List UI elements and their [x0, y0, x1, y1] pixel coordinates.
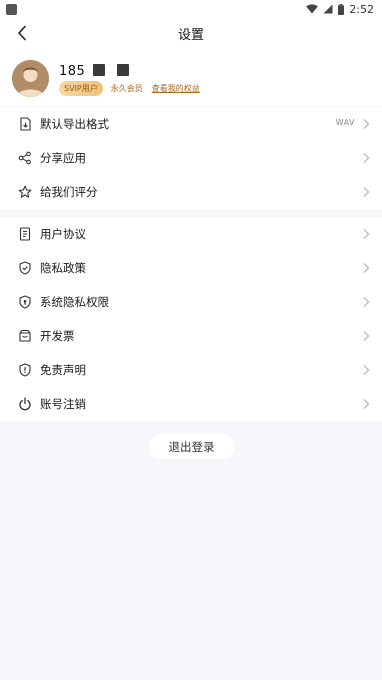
masked-digits [93, 64, 105, 76]
page-title: 设置 [177, 28, 204, 43]
settings-group-legal: 用户协议 隐私政策 系统隐私权限 开发票 免责声明 账号注销 [0, 217, 382, 421]
app-notification-icon [6, 3, 17, 15]
battery-icon [338, 3, 345, 15]
settings-row-rate-us[interactable]: 给我们评分 [0, 175, 382, 209]
logout-button[interactable]: 退出登录 [149, 434, 234, 459]
membership-badges: SVIP用户 永久会员 查看我的权益 [59, 81, 200, 96]
svip-badge: SVIP用户 [59, 81, 103, 96]
row-label: 免责声明 [40, 363, 86, 377]
profile-card[interactable]: 185 SVIP用户 永久会员 查看我的权益 [0, 48, 382, 106]
row-label: 系统隐私权限 [40, 295, 109, 309]
chevron-right-icon [363, 153, 370, 163]
settings-row-share-app[interactable]: 分享应用 [0, 141, 382, 175]
row-label: 用户协议 [40, 227, 86, 241]
settings-row-export-format[interactable]: 默认导出格式 WAV [0, 107, 382, 141]
chevron-right-icon [363, 365, 370, 375]
row-label: 账号注销 [40, 397, 86, 411]
chevron-right-icon [363, 331, 370, 341]
settings-row-privacy-policy[interactable]: 隐私政策 [0, 251, 382, 285]
chevron-right-icon [363, 187, 370, 197]
settings-row-system-privacy[interactable]: 系统隐私权限 [0, 285, 382, 319]
row-label: 开发票 [40, 329, 75, 343]
chevron-right-icon [363, 297, 370, 307]
title-bar: 设置 [0, 18, 382, 48]
status-icons: 2:52 [306, 3, 374, 16]
chevron-right-icon [363, 399, 370, 409]
row-label: 分享应用 [40, 151, 86, 165]
view-rights-link[interactable]: 查看我的权益 [152, 83, 200, 94]
status-time: 2:52 [349, 2, 374, 16]
export-format-value: WAV [335, 118, 355, 127]
settings-row-disclaimer[interactable]: 免责声明 [0, 353, 382, 387]
signal-icon [323, 4, 333, 14]
chevron-right-icon [363, 229, 370, 239]
user-avatar-icon [12, 60, 49, 97]
row-label: 隐私政策 [40, 261, 86, 275]
settings-group-general: 默认导出格式 WAV 分享应用 给我们评分 [0, 107, 382, 209]
status-bar: 2:52 [0, 0, 382, 18]
settings-row-delete-account[interactable]: 账号注销 [0, 387, 382, 421]
settings-row-invoice[interactable]: 开发票 [0, 319, 382, 353]
masked-digits [117, 64, 129, 76]
chevron-right-icon [363, 119, 370, 129]
power-icon [18, 397, 32, 411]
shield-check-icon [18, 261, 32, 275]
phone-number: 185 [59, 64, 86, 79]
settings-row-user-agreement[interactable]: 用户协议 [0, 217, 382, 251]
avatar[interactable] [12, 60, 49, 97]
wifi-icon [306, 4, 319, 14]
membership-type: 永久会员 [110, 84, 143, 93]
invoice-icon [18, 329, 32, 343]
shield-alert-icon [18, 363, 32, 377]
star-icon [18, 185, 32, 199]
export-file-icon [18, 117, 32, 131]
row-label: 默认导出格式 [40, 117, 109, 131]
chevron-right-icon [363, 263, 370, 273]
shield-lock-icon [18, 295, 32, 309]
share-icon [18, 151, 32, 165]
row-label: 给我们评分 [40, 185, 98, 199]
agreement-icon [18, 227, 32, 241]
